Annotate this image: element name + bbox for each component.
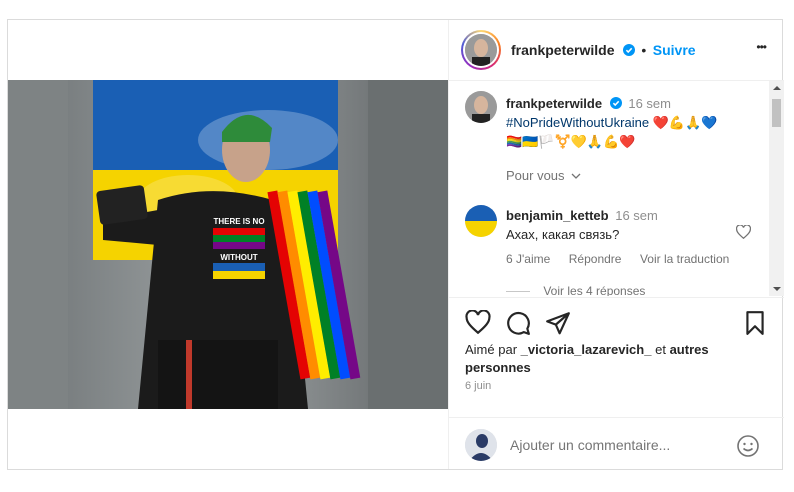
see-translation-label: Pour vous	[506, 168, 565, 183]
post-card: THERE IS NO WITHOUT frankpeterwilde • Su…	[7, 19, 784, 470]
verified-badge-icon	[622, 44, 635, 56]
view-replies-label: Voir les 4 réponses	[543, 284, 646, 296]
comment-meta: 6 J'aime Répondre Voir la traduction	[506, 250, 743, 268]
shirt-text-bottom: WITHOUT	[220, 253, 257, 262]
post-sidebar: frankpeterwilde • Suivre ••• frankpeterw…	[448, 20, 784, 469]
current-user-avatar-image	[465, 429, 497, 461]
add-comment-bar	[449, 417, 784, 472]
post-header: frankpeterwilde • Suivre •••	[449, 20, 784, 81]
story-ring[interactable]	[461, 30, 501, 70]
comments-scrollbar[interactable]	[769, 81, 784, 296]
comment-bubble-icon[interactable]	[505, 310, 531, 336]
caption-avatar-image	[465, 91, 497, 123]
translate-button[interactable]: Voir la traduction	[640, 252, 729, 266]
current-user-avatar	[465, 429, 497, 461]
liked-by-prefix: Aimé par	[465, 342, 518, 357]
caption-time[interactable]: 16 sem	[628, 96, 671, 111]
comments-list[interactable]: frankpeterwilde 16 sem #NoPrideWithoutUk…	[449, 81, 769, 296]
more-icon: •••	[756, 40, 767, 54]
add-comment-input[interactable]	[510, 433, 720, 457]
shirt-text-top: THERE IS NO	[213, 217, 264, 226]
comment-like-heart-icon[interactable]	[736, 225, 751, 239]
share-send-icon[interactable]	[545, 310, 571, 336]
liked-by-user[interactable]: _victoria_lazarevich_	[521, 342, 652, 357]
view-replies-button[interactable]: Voir les 4 réponses	[506, 284, 645, 296]
reply-button[interactable]: Répondre	[569, 252, 622, 266]
caption-avatar[interactable]	[465, 91, 497, 123]
comment-username[interactable]: benjamin_ketteb	[506, 208, 609, 223]
scroll-up-arrow-icon[interactable]	[773, 86, 781, 90]
liked-by: Aimé par _victoria_lazarevich_ et autres…	[465, 341, 765, 377]
liked-by-middle: et	[655, 342, 666, 357]
comment-time[interactable]: 16 sem	[615, 208, 658, 223]
replies-divider	[506, 291, 530, 293]
caption-emojis-2: 🏳️‍🌈🇺🇦🏳️⚧️💛🙏💪❤️	[506, 134, 636, 149]
photo-illustration: THERE IS NO WITHOUT	[8, 80, 448, 409]
emoji-smiley-icon[interactable]	[736, 434, 760, 458]
save-bookmark-icon[interactable]	[742, 310, 768, 336]
scroll-down-arrow-icon[interactable]	[773, 287, 781, 291]
avatar	[465, 34, 497, 66]
post-date[interactable]: 6 juin	[465, 380, 491, 392]
follow-button[interactable]: Suivre	[653, 42, 696, 58]
like-heart-icon[interactable]	[465, 310, 491, 336]
comment-avatar-image	[465, 205, 497, 237]
caption-username[interactable]: frankpeterwilde	[506, 96, 602, 111]
caption-emojis: ❤️💪🙏💙	[652, 115, 718, 130]
see-translation-link[interactable]: Pour vous	[506, 168, 581, 183]
post-username[interactable]: frankpeterwilde	[511, 42, 614, 58]
comment: benjamin_ketteb 16 sem Ахах, какая связь…	[506, 206, 746, 244]
verified-badge-icon	[609, 97, 622, 109]
comment-text: Ахах, какая связь?	[506, 227, 620, 242]
caption-hashtag[interactable]: #NoPrideWithoutUkraine	[506, 115, 649, 130]
avatar-image	[465, 34, 497, 66]
scroll-thumb[interactable]	[772, 99, 781, 127]
post-photo[interactable]: THERE IS NO WITHOUT	[8, 80, 448, 409]
media-column: THERE IS NO WITHOUT	[8, 20, 448, 469]
more-options-button[interactable]: •••	[756, 40, 767, 54]
caption: frankpeterwilde 16 sem #NoPrideWithoutUk…	[506, 94, 766, 151]
chevron-down-icon	[571, 173, 581, 179]
comment-likes[interactable]: 6 J'aime	[506, 252, 550, 266]
comment-avatar[interactable]	[465, 205, 497, 237]
